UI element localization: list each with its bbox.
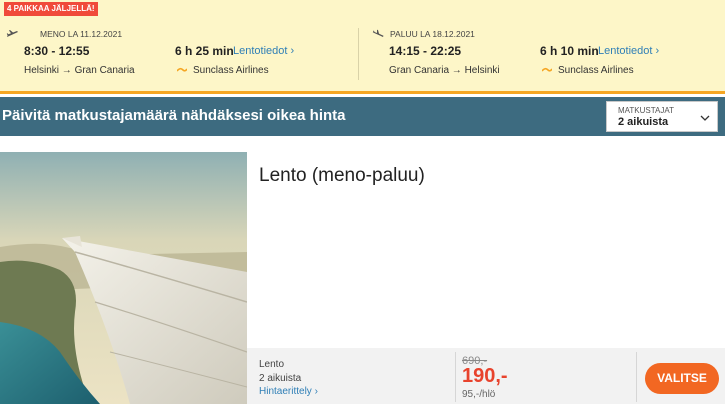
return-airline: Sunclass Airlines [558,65,634,76]
outbound-flight-info-link[interactable]: Lentotiedot › [233,45,294,57]
airplane-wing-photo [0,152,247,404]
outbound-duration: 6 h 25 min [175,44,234,58]
price-bar: Lento 2 aikuista Hintaerittely › 690,- 1… [247,348,725,404]
return-flight-info-link[interactable]: Lentotiedot › [598,45,659,57]
airplane-wing-image [0,152,247,404]
price-breakdown-link[interactable]: Hintaerittely › [259,386,318,397]
return-route: Gran Canaria → Helsinki [389,65,500,76]
flight-summary-panel: 4 PAIKKAA JÄLJELLÄ! MENO LA 11.12.2021 8… [0,0,725,94]
outbound-airline: Sunclass Airlines [193,65,269,76]
return-leg: PALUU LA 18.12.2021 14:15 - 22:25 6 h 10… [371,29,721,81]
select-button[interactable]: VALITSE [645,363,719,394]
update-travelers-title: Päivitä matkustajamäärä nähdäksesi oikea… [2,107,346,124]
outbound-date: MENO LA 11.12.2021 [40,29,123,39]
leg-divider [358,28,359,80]
travelers-dropdown[interactable]: MATKUSTAJAT 2 aikuista [606,101,718,132]
current-price: 190,- [462,365,508,387]
price-per-person: 95,-/hlö [462,389,496,400]
panel-accent-stripe [0,91,725,94]
outbound-leg: MENO LA 11.12.2021 8:30 - 12:55 6 h 25 m… [6,29,356,81]
travelers-label: MATKUSTAJAT [618,106,674,115]
plane-takeoff-icon [6,30,18,37]
product-title: Lento (meno-paluu) [259,165,425,186]
fare-travelers: 2 aikuista [259,373,302,384]
price-divider [455,352,456,402]
airline-logo-icon [177,67,187,72]
travelers-value: 2 aikuista [618,116,669,128]
return-duration: 6 h 10 min [540,44,599,58]
seats-left-badge: 4 PAIKKAA JÄLJELLÄ! [4,2,98,16]
price-breakdown-label: Hintaerittely [259,386,312,397]
outbound-route: Helsinki → Gran Canaria [24,65,135,76]
plane-landing-icon [372,29,384,37]
airline-logo-icon [542,67,552,72]
return-times: 14:15 - 22:25 [389,44,462,58]
outbound-times: 8:30 - 12:55 [24,44,90,58]
chevron-right-icon: › [290,45,295,57]
fare-type: Lento [259,359,285,370]
flight-product-card: Lento (meno-paluu) Lento 2 aikuista Hint… [0,152,725,404]
chevron-down-icon [700,115,710,121]
price-divider [636,352,637,402]
chevron-right-icon: › [314,386,318,397]
outbound-info-link-label: Lentotiedot [233,45,288,57]
return-date: PALUU LA 18.12.2021 [390,29,475,39]
return-info-link-label: Lentotiedot [598,45,653,57]
chevron-right-icon: › [655,45,660,57]
